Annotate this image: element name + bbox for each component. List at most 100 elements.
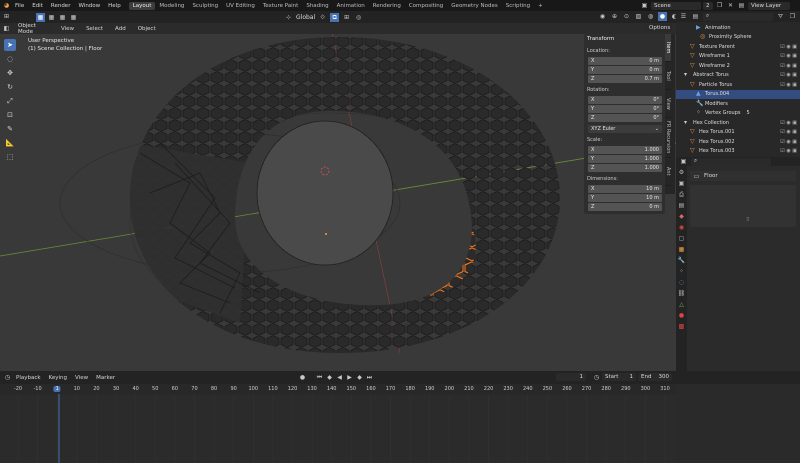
outliner-type-icon[interactable]: ☰ <box>679 12 688 21</box>
scene-props-icon[interactable]: ◆ <box>677 212 686 221</box>
outliner-item[interactable]: ⁘ Vertex Groups 5 <box>676 109 800 118</box>
scale-z-field[interactable]: Z 1.000 <box>588 164 662 172</box>
rotation-x-field[interactable]: X 0° <box>588 96 662 104</box>
visibility-toggles-icon[interactable]: ☑ ◉ ▣ <box>780 53 797 59</box>
tab-rendering[interactable]: Rendering <box>369 2 405 10</box>
new-collection-icon[interactable]: ❐ <box>788 12 797 21</box>
cursor-tool-icon[interactable]: ◌ <box>4 53 16 65</box>
object-props-icon[interactable]: ▦ <box>677 245 686 254</box>
rotation-y-field[interactable]: Y 0° <box>588 105 662 113</box>
tab-fr-recursion[interactable]: FR Recursion <box>665 118 671 158</box>
texture-props-icon[interactable]: ▩ <box>677 322 686 331</box>
outliner-item[interactable]: ▾ Abstract Torus ☑ ◉ ▣ <box>676 71 800 80</box>
menu-add[interactable]: Add <box>111 26 130 32</box>
outliner-item[interactable]: ◎ Proximity Sphere <box>676 33 800 42</box>
record-icon[interactable]: ● <box>298 373 307 382</box>
rotation-z-field[interactable]: Z 0° <box>588 114 662 122</box>
proportional-edit-icon[interactable]: ◎ <box>354 13 363 22</box>
tab-shading[interactable]: Shading <box>302 2 332 10</box>
tab-item[interactable]: Item <box>665 34 671 62</box>
outliner-item[interactable]: ▽ Wireframe 1 ☑ ◉ ▣ <box>676 52 800 61</box>
mode-dropdown[interactable]: Object Mode <box>15 23 53 35</box>
select-tool-icon[interactable]: ➤ <box>4 39 16 51</box>
menu-select[interactable]: Select <box>82 26 107 32</box>
particles-props-icon[interactable]: ⁘ <box>677 267 686 276</box>
tab-texture-paint[interactable]: Texture Paint <box>259 2 303 10</box>
modifier-props-icon[interactable]: 🔧 <box>677 256 686 265</box>
constraints-props-icon[interactable]: ⛓ <box>677 289 686 298</box>
display-mode-icon[interactable]: ▤ <box>691 12 700 21</box>
tab-geometry-nodes[interactable]: Geometry Nodes <box>447 2 501 10</box>
outliner-item[interactable]: ▶ Animation <box>676 23 800 32</box>
tab-layout[interactable]: Layout <box>128 1 156 10</box>
outliner-item[interactable]: 🔧 Modifiers <box>676 99 800 108</box>
outliner-item[interactable]: ▲ Torus.004 <box>676 89 800 99</box>
transform-header[interactable]: Transform <box>587 36 614 42</box>
physics-props-icon[interactable]: ◌ <box>677 278 686 287</box>
dimensions-z-field[interactable]: Z0 m <box>588 203 662 211</box>
menu-playback[interactable]: Playback <box>12 375 45 381</box>
prev-key-icon[interactable]: ◆ <box>325 373 334 382</box>
menu-edit[interactable]: Edit <box>28 3 47 9</box>
play-reverse-icon[interactable]: ◀ <box>335 373 344 382</box>
dimensions-y-field[interactable]: Y 10 m <box>588 194 662 202</box>
move-tool-icon[interactable]: ✥ <box>4 67 16 79</box>
outliner-item[interactable]: ▽ Texture Parent ☑ ◉ ▣ <box>676 42 800 51</box>
location-x-field[interactable]: X0 m <box>588 57 662 65</box>
properties-type-icon[interactable]: ▣ <box>679 157 688 166</box>
visibility-toggles-icon[interactable]: ☑ ◉ ▣ <box>780 72 797 78</box>
add-cube-tool-icon[interactable]: ⬚ <box>4 151 16 163</box>
next-key-icon[interactable]: ◆ <box>355 373 364 382</box>
new-scene-icon[interactable]: ❐ <box>715 1 724 10</box>
pivot-icon[interactable]: ⟐ <box>318 13 327 22</box>
visibility-toggles-icon[interactable]: ☑ ◉ ▣ <box>780 63 797 69</box>
scale-y-field[interactable]: Y 1.000 <box>588 155 662 163</box>
tab-compositing[interactable]: Compositing <box>405 2 447 10</box>
panel-drag-handle-icon[interactable]: ⠿ <box>746 217 750 223</box>
visibility-toggles-icon[interactable]: ☑ ◉ ▣ <box>780 120 797 126</box>
solid-shading-icon[interactable]: ● <box>658 12 667 21</box>
outliner-item[interactable]: ▽ Particle Torus ☑ ◉ ▣ <box>676 80 800 89</box>
wireframe-shading-icon[interactable]: ◍ <box>646 12 655 21</box>
outliner-item[interactable]: ▽ Hex Torus.002 ☑ ◉ ▣ <box>676 137 800 146</box>
filter-icon[interactable]: ⛛ <box>776 12 785 21</box>
options-dropdown[interactable]: Options <box>646 24 672 32</box>
snap-target-icon[interactable]: ⊞ <box>342 13 351 22</box>
world-props-icon[interactable]: ◉ <box>677 223 686 232</box>
data-props-icon[interactable]: △ <box>677 300 686 309</box>
menu-file[interactable]: File <box>11 3 28 9</box>
material-props-icon[interactable]: ● <box>677 311 686 320</box>
orientation-dropdown[interactable]: Global <box>296 14 315 21</box>
visibility-toggles-icon[interactable]: ☑ ◉ ▣ <box>780 139 797 145</box>
jump-start-icon[interactable]: ⏮ <box>315 373 324 382</box>
tab-view[interactable]: View <box>665 90 671 118</box>
viewport-3d[interactable] <box>0 23 676 371</box>
view-layer-props-icon[interactable]: ▤ <box>677 201 686 210</box>
render-props-icon[interactable]: ▣ <box>677 179 686 188</box>
menu-render[interactable]: Render <box>47 3 75 9</box>
menu-object[interactable]: Object <box>134 26 160 32</box>
select-box-icon[interactable]: ▦ <box>36 13 45 22</box>
jump-end-icon[interactable]: ⏭ <box>365 373 374 382</box>
visibility-toggles-icon[interactable]: ☑ ◉ ▣ <box>780 129 797 135</box>
tool-props-icon[interactable]: ⚙ <box>677 168 686 177</box>
location-y-field[interactable]: Y0 m <box>588 66 662 74</box>
rotation-mode-dropdown[interactable]: XYZ Euler ⌄ <box>588 125 662 133</box>
annotate-tool-icon[interactable]: ✎ <box>4 123 16 135</box>
tab-uv-editing[interactable]: UV Editing <box>222 2 259 10</box>
properties-search-input[interactable]: ⌕ <box>691 157 771 166</box>
tab-scripting[interactable]: Scripting <box>502 2 534 10</box>
editor-type-icon[interactable]: ⊞ <box>2 12 11 21</box>
tab-animation[interactable]: Animation <box>333 2 369 10</box>
scene-name-field[interactable]: Scene <box>651 1 701 10</box>
visibility-toggles-icon[interactable]: ☑ ◉ ▣ <box>780 44 797 50</box>
select-subtract-icon[interactable]: ▦ <box>58 13 67 22</box>
current-frame-field[interactable]: 1 <box>556 373 586 381</box>
snap-icon[interactable]: ⧉ <box>330 13 340 22</box>
select-invert-icon[interactable]: ▦ <box>69 13 78 22</box>
scene-users-count[interactable]: 2 <box>703 1 713 10</box>
dimensions-x-field[interactable]: X 10 m <box>588 185 662 193</box>
add-workspace-button[interactable]: + <box>534 2 547 10</box>
visibility-toggles-icon[interactable]: ☑ ◉ ▣ <box>780 148 797 154</box>
play-icon[interactable]: ▶ <box>345 373 354 382</box>
